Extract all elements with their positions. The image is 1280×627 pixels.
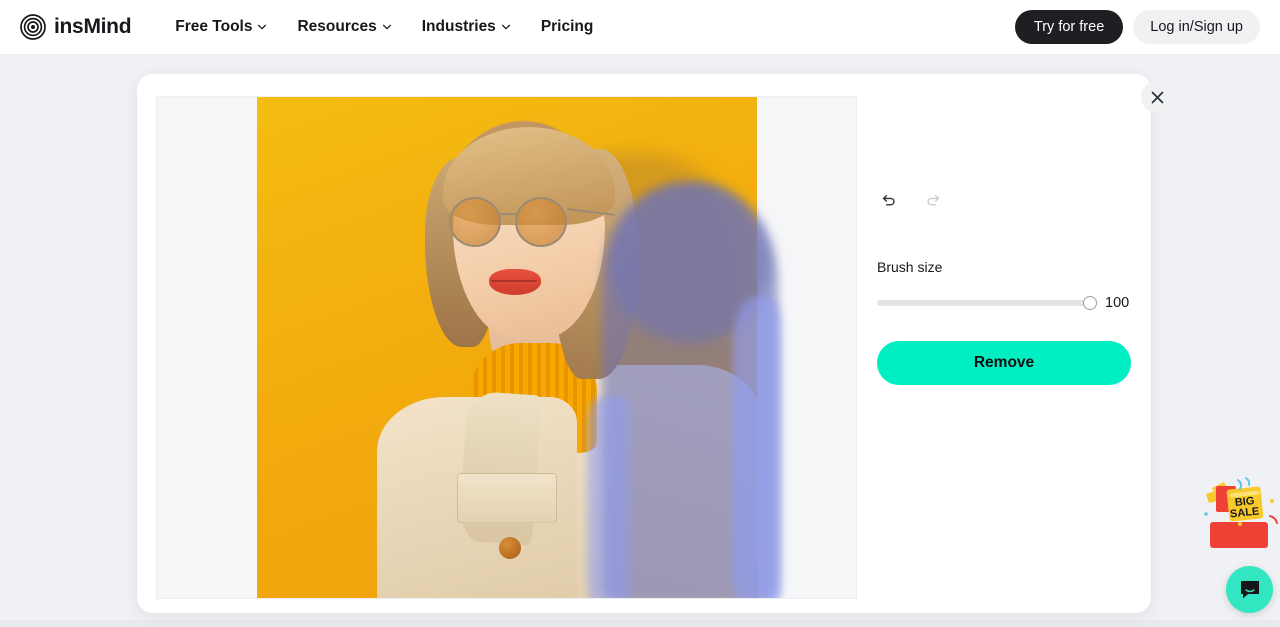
chat-bubble-icon (1240, 580, 1259, 598)
photo-coat-button-1 (499, 537, 521, 559)
try-for-free-button[interactable]: Try for free (1014, 10, 1124, 44)
brush-size-value: 100 (1105, 295, 1130, 311)
login-signup-button[interactable]: Log in/Sign up (1133, 10, 1260, 44)
page-bottom-strip (0, 620, 1280, 627)
main-nav: Free Tools Resources Industries Pricing (175, 18, 593, 36)
photo-lips (489, 269, 541, 295)
photo-lip-line (491, 280, 537, 282)
logo[interactable]: insMind (20, 14, 132, 40)
history-controls (877, 190, 1131, 213)
close-button[interactable] (1141, 81, 1173, 113)
brush-size-label: Brush size (877, 259, 943, 275)
editor-card: Brush size 100 Remove (137, 74, 1173, 613)
chevron-down-icon (501, 24, 510, 30)
nav-label: Industries (421, 18, 496, 35)
undo-button[interactable] (877, 190, 900, 213)
brush-size-slider-thumb[interactable] (1083, 296, 1097, 310)
nav-label: Pricing (540, 18, 594, 35)
nav-item-industries[interactable]: Industries (422, 18, 511, 36)
photo-glasses-bridge (500, 213, 518, 216)
chevron-down-icon (382, 24, 391, 30)
brush-size-slider[interactable] (877, 296, 1097, 310)
site-header: insMind Free Tools Resources Industries … (0, 0, 1280, 55)
photo-lens-left (449, 197, 501, 247)
nav-label: Free Tools (175, 18, 253, 35)
redo-button[interactable] (922, 190, 945, 213)
gift-box-icon: BIG SALE (1204, 477, 1278, 548)
nav-item-pricing[interactable]: Pricing (541, 18, 594, 36)
nav-label: Resources (297, 18, 377, 35)
tool-panel: Brush size 100 Remove (877, 96, 1131, 385)
chevron-down-icon (258, 24, 267, 30)
photo-sunglasses (443, 193, 623, 249)
header-actions: Try for free Log in/Sign up (1014, 10, 1260, 44)
photo-glasses-temple (567, 208, 615, 216)
concentric-circles-logo-icon (20, 14, 46, 40)
logo-text: insMind (54, 15, 132, 38)
close-icon (1151, 91, 1163, 103)
undo-icon (882, 195, 895, 206)
image-canvas[interactable] (156, 96, 857, 599)
nav-item-free-tools[interactable]: Free Tools (175, 18, 267, 36)
photo-pocket (457, 473, 557, 523)
brush-size-slider-row: 100 (877, 295, 1131, 311)
source-photo (257, 97, 757, 598)
chat-widget-button[interactable] (1226, 566, 1273, 613)
nav-item-resources[interactable]: Resources (297, 18, 391, 36)
photo-lens-right (515, 197, 567, 247)
big-sale-badge[interactable]: BIG SALE (1198, 468, 1280, 556)
redo-icon (927, 195, 940, 206)
remove-button[interactable]: Remove (877, 341, 1131, 385)
